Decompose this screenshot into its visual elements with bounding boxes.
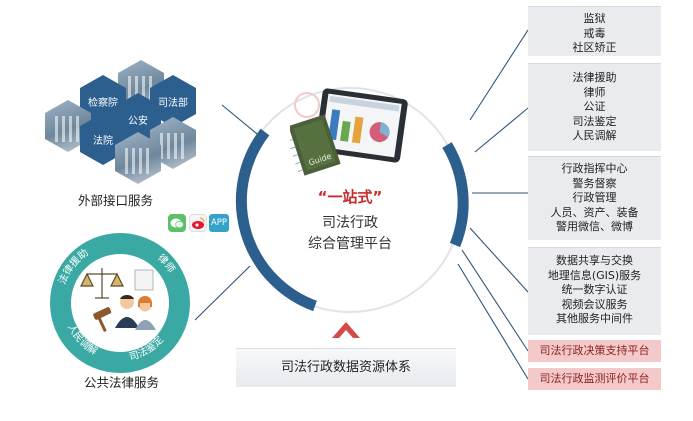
right-box-item: 法律援助 bbox=[572, 71, 617, 84]
connector-box2 bbox=[474, 107, 529, 153]
tablet-book-illustration: Guide bbox=[290, 88, 408, 176]
right-box-item: 统一数字认证 bbox=[561, 283, 628, 296]
up-chevron-icon bbox=[332, 322, 360, 338]
right-box-shared-services: 数据共享与交换 地理信息(GIS)服务 统一数字认证 视频会议服务 其他服务中间… bbox=[528, 247, 661, 335]
right-box-item: 社区矫正 bbox=[572, 41, 617, 54]
right-box-item: 戒毒 bbox=[583, 26, 606, 40]
right-box-corrections: 监狱 戒毒 社区矫正 bbox=[528, 6, 661, 56]
right-box-item: 行政管理 bbox=[572, 191, 617, 204]
connector-box4 bbox=[469, 227, 529, 293]
right-box-item: 律师 bbox=[583, 85, 606, 99]
right-box-item: 其他服务中间件 bbox=[556, 312, 633, 325]
right-box-item: 地理信息(GIS)服务 bbox=[547, 268, 642, 282]
hub-title-line1: 司法行政 bbox=[322, 215, 378, 231]
right-box-item: 行政指挥中心 bbox=[561, 162, 628, 175]
hub-title-line2: 综合管理平台 bbox=[308, 236, 392, 252]
right-box-item: 人民调解 bbox=[572, 129, 617, 142]
right-box-item: 警用微信、微博 bbox=[556, 220, 633, 233]
hub-slogan: “一站式” bbox=[317, 188, 383, 206]
right-box-item: 视频会议服务 bbox=[561, 297, 628, 311]
right-box-administration: 行政指挥中心 警务督察 行政管理 人员、资产、装备 警用微信、微博 bbox=[528, 156, 661, 240]
right-box-legal-services: 法律援助 律师 公证 司法鉴定 人民调解 bbox=[528, 63, 661, 151]
right-box-item: 数据共享与交换 bbox=[556, 254, 633, 267]
connector-box1 bbox=[469, 29, 529, 121]
public-legal-label: 公共法律服务 bbox=[84, 375, 160, 390]
right-box-item: 警务督察 bbox=[572, 176, 617, 190]
decision-support-platform-box: 司法行政决策支持平台 bbox=[528, 340, 661, 362]
right-box-item: 监狱 bbox=[583, 12, 606, 25]
monitoring-evaluation-platform-box: 司法行政监测评价平台 bbox=[528, 368, 661, 390]
data-resource-system-bar: 司法行政数据资源体系 bbox=[236, 348, 456, 387]
external-interface-label: 外部接口服务 bbox=[78, 193, 154, 208]
public-legal-ring: 法律援助 律师 人民调解 司法鉴定 bbox=[50, 233, 190, 373]
right-box-item: 司法鉴定 bbox=[572, 114, 617, 128]
right-box-item: 公证 bbox=[583, 100, 606, 113]
right-box-item: 人员、资产、装备 bbox=[550, 205, 639, 219]
document-icon bbox=[134, 269, 154, 291]
